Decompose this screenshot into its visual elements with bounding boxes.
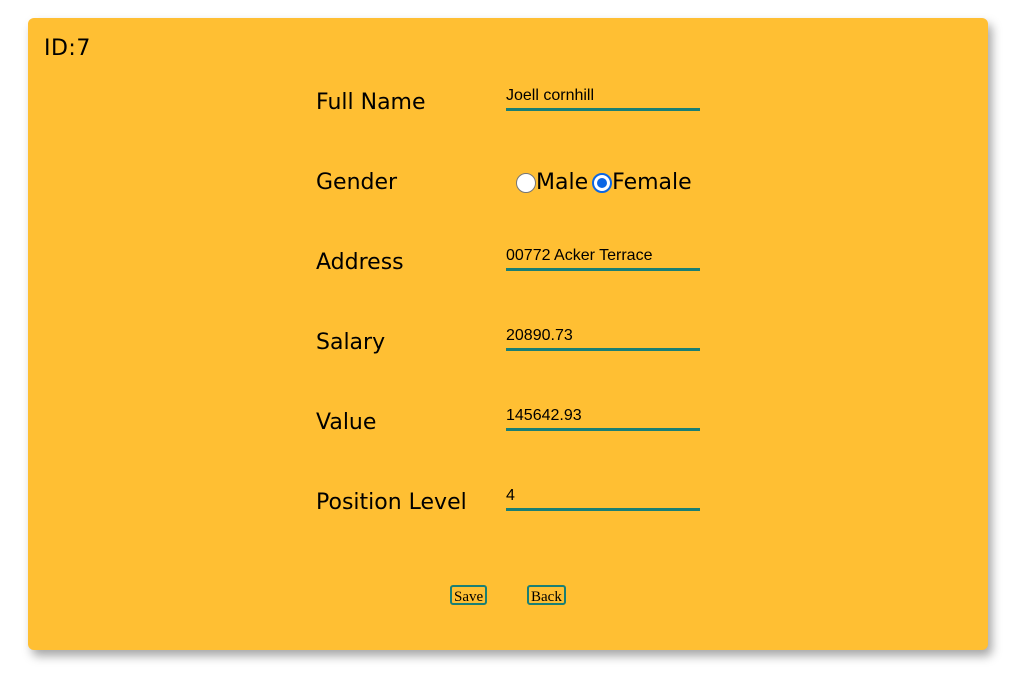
gender-female-label[interactable]: Female: [612, 170, 692, 195]
gender-male-label[interactable]: Male: [536, 170, 588, 195]
save-button[interactable]: Save: [450, 585, 488, 605]
full-name-row: Full Name: [316, 84, 716, 130]
full-name-input[interactable]: [506, 84, 700, 111]
value-row: Value: [316, 404, 716, 450]
salary-row: Salary: [316, 324, 716, 370]
address-label: Address: [316, 250, 404, 275]
gender-female-radio[interactable]: [592, 172, 613, 193]
position-level-label: Position Level: [316, 490, 467, 515]
value-input[interactable]: [506, 404, 700, 431]
gender-radio-group: Male Female: [516, 170, 696, 195]
position-level-row: Position Level: [316, 484, 716, 530]
salary-input[interactable]: [506, 324, 700, 351]
gender-label: Gender: [316, 170, 398, 195]
record-id: ID:7: [44, 36, 91, 61]
address-input[interactable]: [506, 244, 700, 271]
full-name-label: Full Name: [316, 90, 426, 115]
gender-male-radio[interactable]: [516, 172, 536, 193]
value-label: Value: [316, 410, 377, 435]
edit-record-card: ID:7 Full Name Gender Male Female Addres…: [28, 18, 988, 650]
salary-label: Salary: [316, 330, 386, 355]
gender-row: Gender Male Female: [316, 170, 716, 210]
address-row: Address: [316, 244, 716, 290]
position-level-input[interactable]: [506, 484, 700, 511]
back-button[interactable]: Back: [527, 585, 566, 605]
